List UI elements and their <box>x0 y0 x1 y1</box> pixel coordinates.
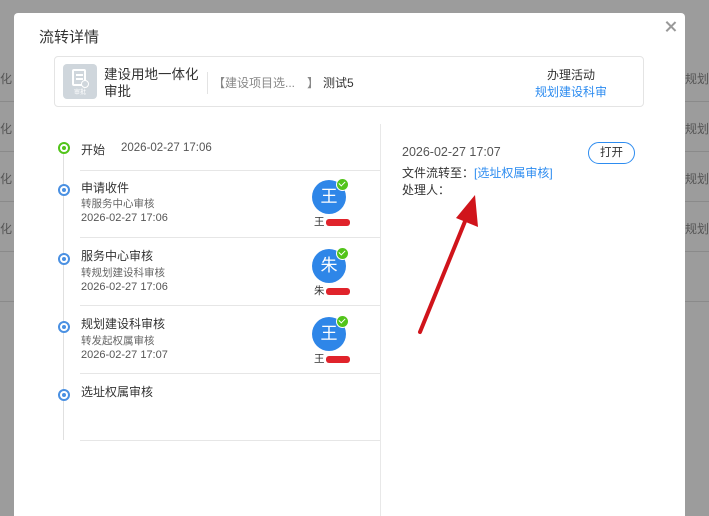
step-time: 2026-02-27 17:07 <box>81 349 168 361</box>
bg-text-left: 化 <box>0 172 13 186</box>
process-title: 建设用地一体化审批 <box>104 67 199 99</box>
panel-divider <box>380 124 381 516</box>
divider <box>80 373 380 374</box>
bg-text-right: 规划 <box>685 222 709 236</box>
step-subtitle: 转服务中心审核 <box>81 198 155 210</box>
step-name: 服务中心审核 <box>81 249 154 263</box>
detail-time: 2026-02-27 17:07 <box>402 145 501 159</box>
bg-text-left: 化 <box>0 72 13 86</box>
redaction-mark <box>325 218 350 226</box>
step-name: 选址权属审核 <box>81 385 154 399</box>
step-name: 开始 <box>81 143 106 157</box>
project-name: 【建设项目选... 】 <box>213 76 320 90</box>
divider <box>207 72 208 94</box>
close-icon[interactable] <box>663 19 679 35</box>
check-icon <box>336 315 349 328</box>
process-card: 审批 建设用地一体化审批 【建设项目选... 】 测试5 办理活动 规划建设科审 <box>54 56 644 107</box>
project-code: 测试5 <box>323 76 354 90</box>
step-subtitle: 转发起权属审核 <box>81 335 155 347</box>
done-dot-icon <box>58 142 70 154</box>
bg-text-right: 规划 <box>685 122 709 136</box>
divider <box>80 440 380 441</box>
flow-detail-modal: 流转详情 审批 建设用地一体化审批 【建设项目选... 】 测试5 办理活动 规… <box>14 13 685 516</box>
activity-label: 办理活动 <box>546 68 595 82</box>
step-name: 申请收件 <box>81 181 130 195</box>
pending-dot-icon <box>58 389 70 401</box>
step-name: 规划建设科审核 <box>81 317 166 331</box>
handler-label: 处理人： <box>402 183 451 197</box>
pending-dot-icon <box>58 321 70 333</box>
flow-target-row: 文件流转至：[选址权属审核] <box>402 164 553 181</box>
redaction-mark <box>325 287 350 295</box>
check-icon <box>336 247 349 260</box>
divider <box>80 305 380 306</box>
check-icon <box>336 178 349 191</box>
open-button[interactable]: 打开 <box>588 142 635 164</box>
flow-target-link[interactable]: [选址权属审核] <box>474 166 553 180</box>
handler-name: 朱 <box>314 283 350 298</box>
step-time: 2026-02-27 17:06 <box>121 142 212 154</box>
handler-name: 王 <box>314 214 350 229</box>
pending-dot-icon <box>58 253 70 265</box>
activity-link[interactable]: 规划建设科审 <box>525 83 617 100</box>
pending-dot-icon <box>58 184 70 196</box>
flow-label: 文件流转至： <box>402 166 475 180</box>
handler-name: 王 <box>314 351 350 366</box>
redaction-mark <box>325 355 350 363</box>
bg-text-right: 规划 <box>685 72 709 86</box>
icon-label: 审批 <box>73 90 86 96</box>
divider <box>80 170 380 171</box>
bg-text-right: 规划 <box>685 172 709 186</box>
step-subtitle: 转规划建设科审核 <box>81 267 165 279</box>
divider <box>80 237 380 238</box>
step-time: 2026-02-27 17:06 <box>81 281 168 293</box>
modal-title: 流转详情 <box>39 29 100 46</box>
approval-doc-icon: 审批 <box>63 64 97 99</box>
step-time: 2026-02-27 17:06 <box>81 212 168 224</box>
bg-text-left: 化 <box>0 122 13 136</box>
bg-text-left: 化 <box>0 222 13 236</box>
